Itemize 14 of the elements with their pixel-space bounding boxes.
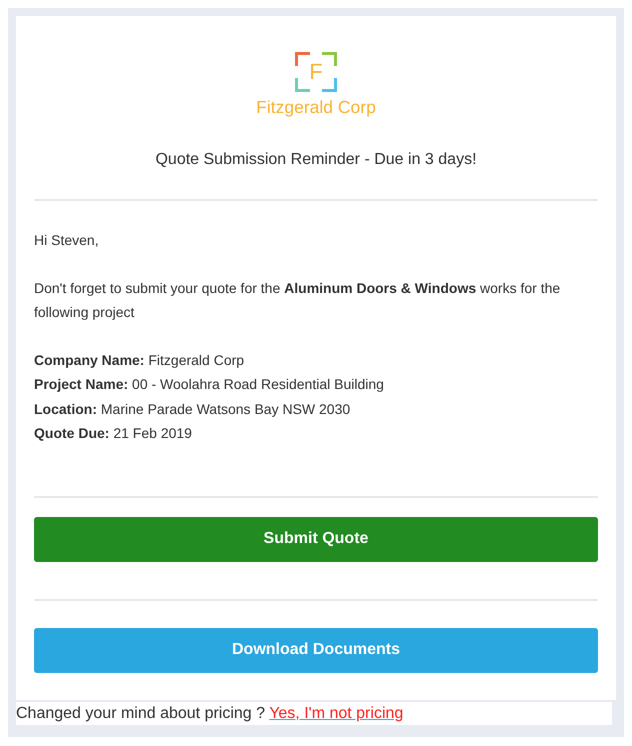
brand-name: Fitzgerald Corp <box>256 97 376 117</box>
footer-text: Changed your mind about pricing ? Yes, I'm not pricing <box>16 702 612 725</box>
email-title: Quote Submission Reminder - Due in 3 days! <box>154 150 478 170</box>
greeting-text: Hi Steven, <box>34 231 100 250</box>
bracket-frame-icon <box>295 52 337 92</box>
intro-paragraph: Don't forget to submit your quote for the Aluminum Doors & Windows works for the following project <box>34 279 562 322</box>
detail-line: Project Name: 00 - Woolahra Road Residential Building <box>34 375 385 394</box>
detail-line: Quote Due: 21 Feb 2019 <box>34 424 193 444</box>
not-pricing-link[interactable]: Yes, I'm not pricing <box>269 704 404 722</box>
logo-letter: F <box>309 60 323 84</box>
download-button[interactable]: Download Documents <box>34 628 598 673</box>
detail-line: Company Name: Fitzgerald Corp <box>34 351 246 370</box>
detail-line: Location: Marine Parade Watsons Bay NSW 2030 <box>34 400 352 419</box>
submit-button[interactable]: Submit Quote <box>34 516 598 562</box>
